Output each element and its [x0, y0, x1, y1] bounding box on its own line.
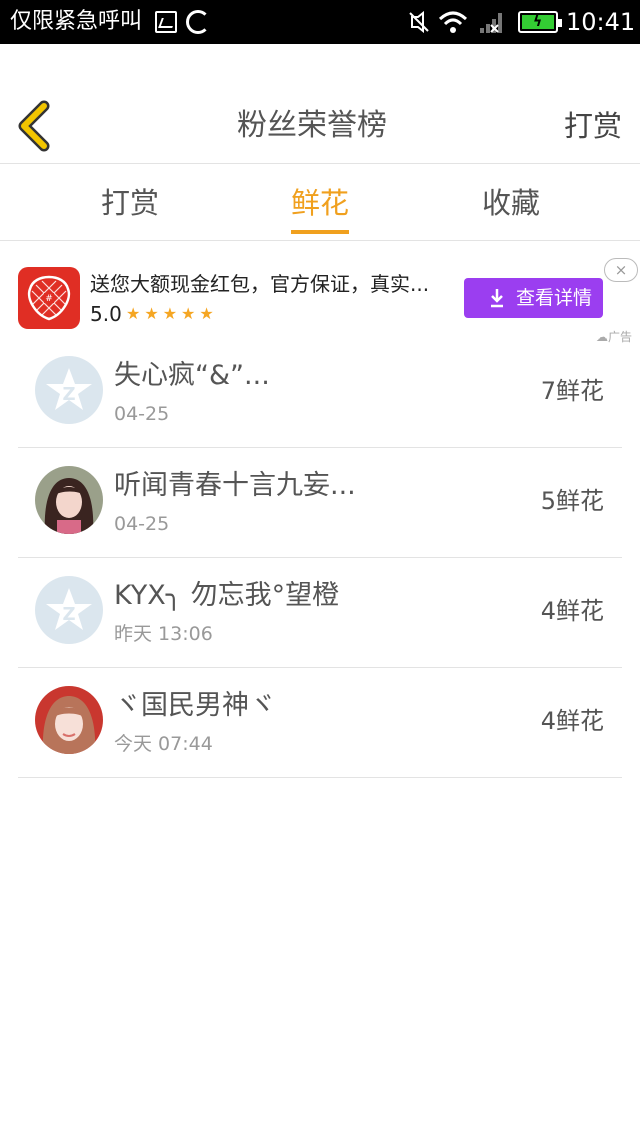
wifi-icon — [438, 11, 468, 33]
ad-rating: 5.0 — [90, 302, 122, 326]
tab-flowers[interactable]: 鲜花 — [290, 183, 350, 223]
carrier-text: 仅限紧急呼叫 — [10, 9, 143, 34]
list-item[interactable]: Z KYX╮ 勿忘我°望橙 昨天 13:06 4鲜花 — [18, 558, 622, 668]
download-icon — [491, 289, 503, 308]
fan-time: 04-25 — [114, 513, 170, 535]
flower-count: 7鲜花 — [540, 377, 604, 405]
image-icon — [155, 11, 177, 33]
view-details-label: 查看详情 — [516, 287, 593, 309]
flower-count: 5鲜花 — [540, 487, 604, 515]
signal-icon — [480, 13, 502, 33]
fan-name: 听闻青春十言九妄... — [114, 470, 356, 501]
ad-banner[interactable]: # 送您大额现金红包，官方保证，真实... 5.0 ★★★★★ 查看详情 × ☁… — [0, 242, 640, 346]
avatar — [35, 466, 103, 534]
fan-name: ヾ国民男神ヾ — [114, 690, 276, 721]
battery-icon: ϟ — [518, 11, 562, 33]
flower-count: 4鲜花 — [540, 597, 604, 625]
fan-name: KYX╮ 勿忘我°望橙 — [114, 580, 340, 611]
avatar — [35, 686, 103, 754]
list-item[interactable]: ヾ国民男神ヾ 今天 07:44 4鲜花 — [18, 668, 622, 778]
default-avatar-icon: Z — [35, 576, 103, 644]
app-logo: # — [18, 267, 80, 329]
clock: 10:41 — [566, 8, 636, 36]
svg-text:Z: Z — [62, 604, 75, 625]
fan-time: 昨天 13:06 — [114, 623, 213, 645]
reward-button[interactable]: 打赏 — [564, 106, 622, 146]
ad-text: 送您大额现金红包，官方保证，真实... — [90, 272, 430, 296]
flower-count: 4鲜花 — [540, 707, 604, 735]
ad-close-button[interactable]: × — [604, 258, 638, 282]
list-item[interactable]: 听闻青春十言九妄... 04-25 5鲜花 — [18, 448, 622, 558]
page-title: 粉丝荣誉榜 — [237, 108, 387, 143]
close-icon: × — [614, 261, 628, 279]
tab-bar: 打赏 鲜花 收藏 — [0, 165, 640, 241]
svg-text:Z: Z — [62, 384, 75, 405]
status-bar: 仅限紧急呼叫 ϟ 10:41 — [0, 0, 640, 44]
header-bar: 粉丝荣誉榜 打赏 — [0, 44, 640, 164]
fan-time: 04-25 — [114, 403, 170, 425]
view-details-button[interactable]: 查看详情 — [464, 278, 603, 318]
default-avatar-icon: Z — [35, 356, 103, 424]
tab-reward[interactable]: 打赏 — [100, 183, 160, 223]
tab-favorites[interactable]: 收藏 — [481, 183, 541, 223]
sync-icon — [186, 10, 210, 34]
svg-text:#: # — [45, 294, 53, 304]
mute-icon — [409, 11, 429, 33]
fan-list: Z 失心疯“&”... 04-25 7鲜花 听闻青春十言九妄... 04-25 … — [18, 338, 622, 778]
fan-name: 失心疯“&”... — [114, 360, 270, 391]
star-rating-icon: ★★★★★ — [126, 304, 218, 323]
list-item[interactable]: Z 失心疯“&”... 04-25 7鲜花 — [18, 338, 622, 448]
fan-time: 今天 07:44 — [114, 733, 213, 755]
active-tab-indicator — [291, 230, 349, 234]
